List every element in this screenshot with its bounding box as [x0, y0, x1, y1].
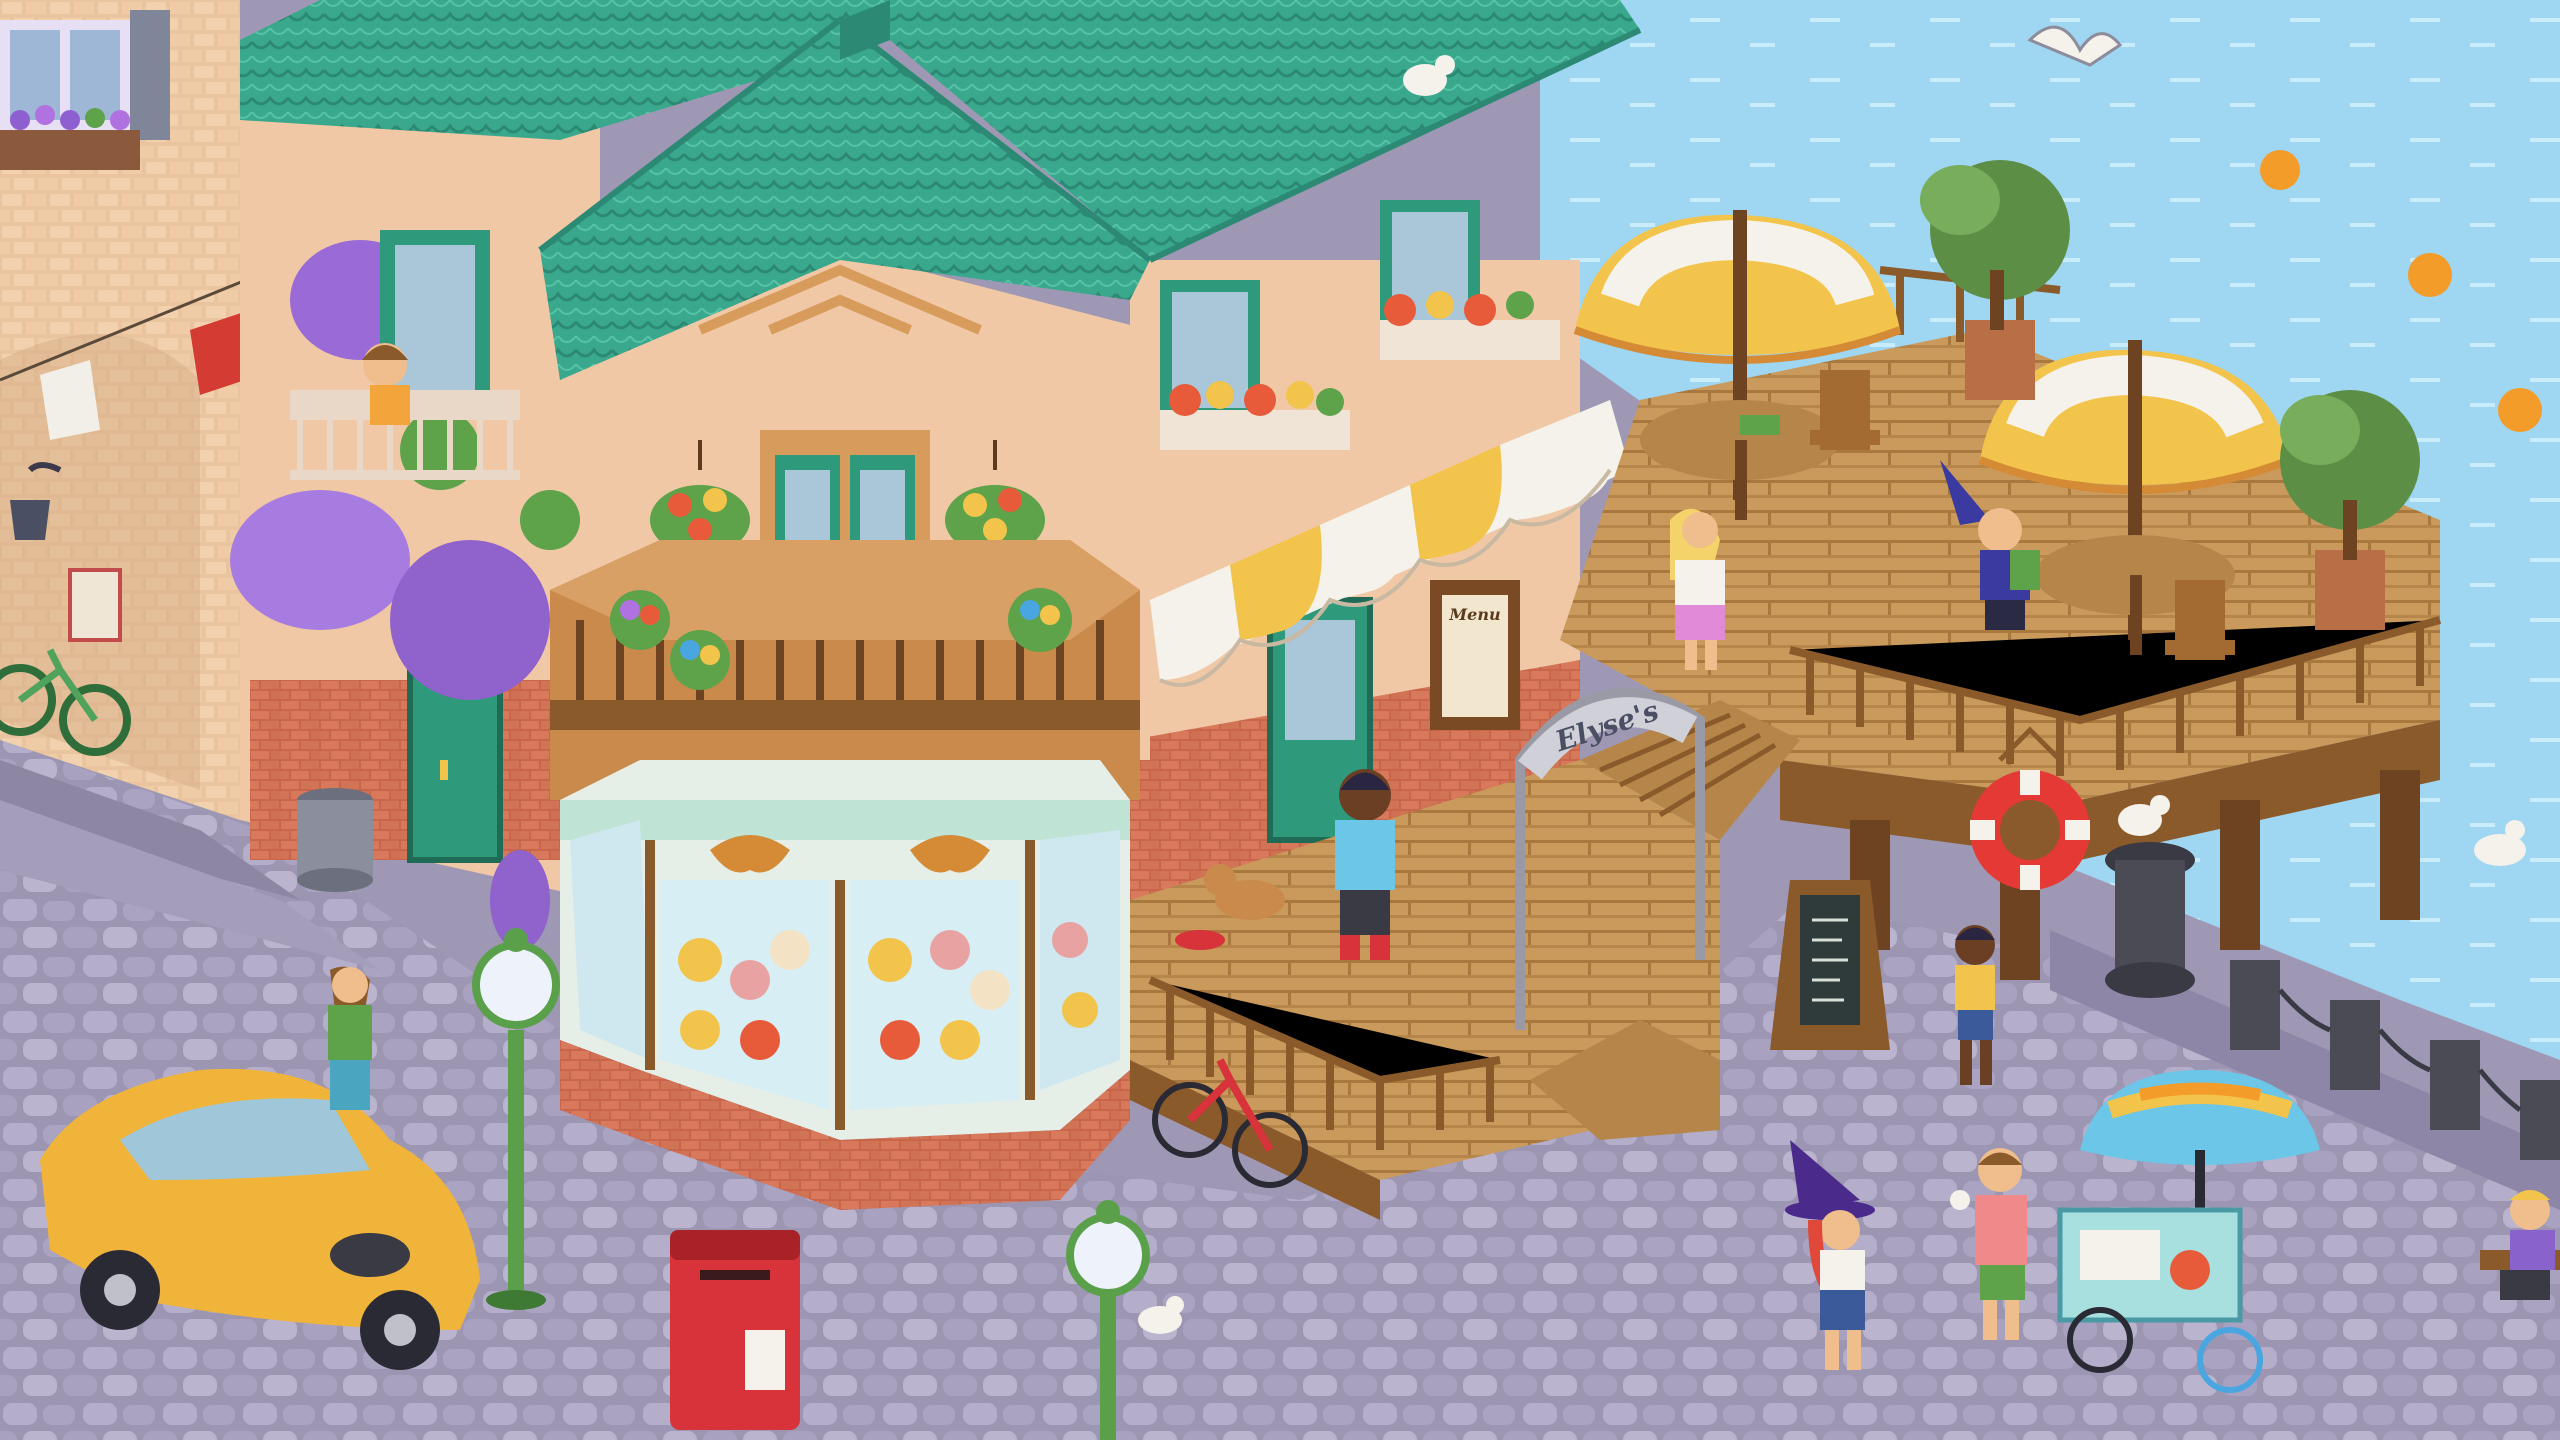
- mailbox-icon[interactable]: [670, 1230, 800, 1430]
- mooring-bollard: [2105, 842, 2195, 998]
- wall-menu-board[interactable]: Menu: [1430, 580, 1520, 730]
- flower-box: [1380, 291, 1560, 360]
- trash-can[interactable]: [297, 788, 373, 892]
- flower-box: [1160, 381, 1350, 450]
- wall-poster: [68, 568, 122, 642]
- chalkboard-sign[interactable]: [1770, 880, 1890, 1050]
- town-harbor-scene: Menu Elyse's: [0, 0, 2560, 1440]
- cat[interactable]: [330, 1233, 410, 1277]
- person-shopkeeper[interactable]: [1335, 769, 1395, 960]
- person-walking-woman[interactable]: [328, 966, 372, 1110]
- wall-menu-label: Menu: [1448, 605, 1500, 624]
